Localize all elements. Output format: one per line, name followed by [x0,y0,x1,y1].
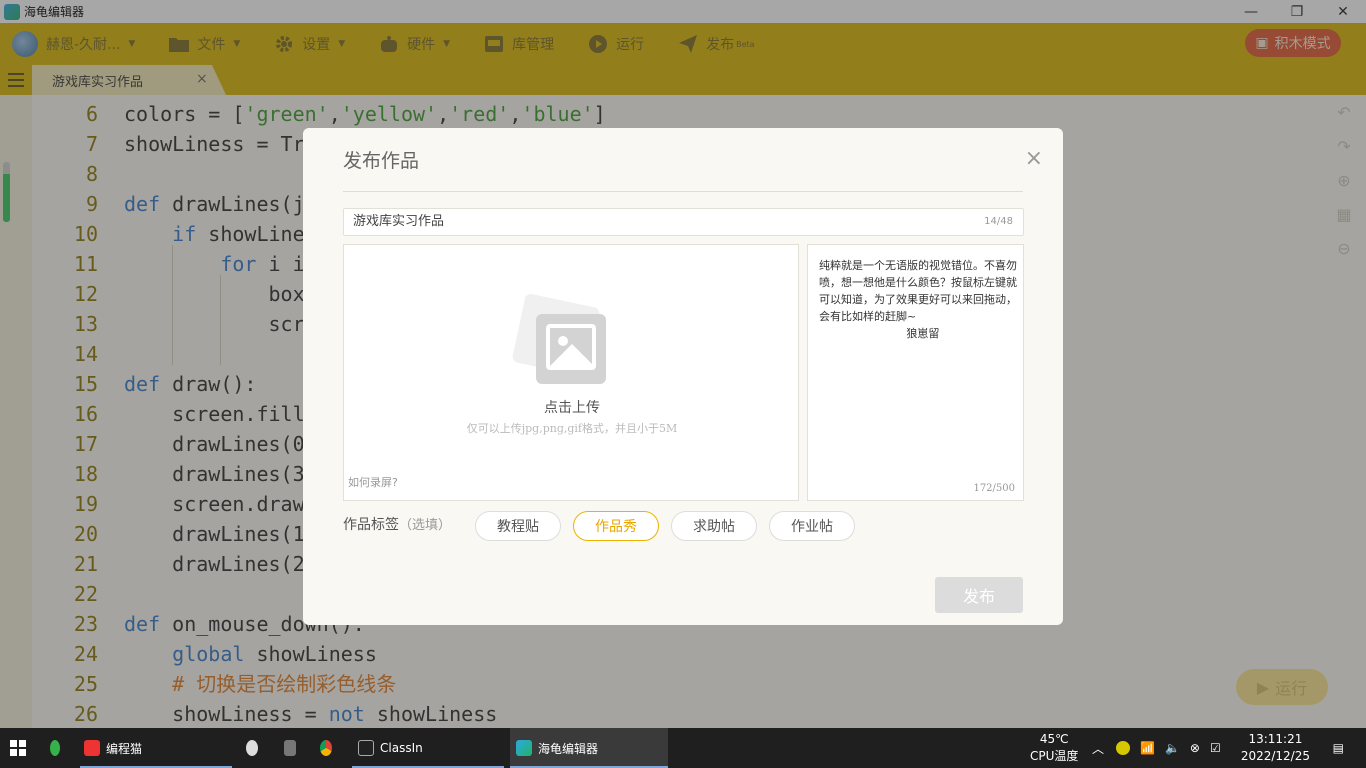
notifications-icon[interactable]: ▤ [1333,728,1344,768]
wifi-icon[interactable]: 📶 [1140,741,1155,755]
upload-label: 点击上传 [544,400,600,416]
upload-hint: 仅可以上传jpg,png,gif格式，并且小于5M [466,422,678,435]
dialog-divider [343,191,1023,192]
description-char-count: 172/500 [973,483,1015,494]
description-value: 纯粹就是一个无语版的视觉错位。不喜勿喷，想一想他是什么颜色？按鼠标左键就可以知道… [819,259,1017,340]
chevron-up-icon[interactable]: ︿ [1092,740,1104,757]
volume-icon[interactable]: 🔈 [1165,741,1180,755]
tag-tutorial[interactable]: 教程贴 [475,511,561,541]
taskbar: 编程猫 ClassIn 海龟编辑器 45℃ CPU温度 ︿ 📶 🔈 ⊗ ☑ 13… [0,728,1366,768]
title-char-count: 14/48 [984,216,1013,227]
dialog-title: 发布作品 [343,150,420,172]
network-off-icon[interactable]: ⊗ [1190,741,1200,755]
chat-app-icon[interactable] [50,728,66,768]
codemao-icon [84,740,100,756]
cover-upload-area[interactable]: 点击上传 仅可以上传jpg,png,gif格式，并且小于5M 如何录屏? [343,244,799,501]
tag-help[interactable]: 求助帖 [671,511,757,541]
taskbar-app-codemao[interactable]: 编程猫 [80,728,232,768]
publish-dialog: 发布作品 × 游戏库实习作品 14/48 点击上传 仅可以上传jpg,png,g… [303,128,1063,625]
chrome-icon[interactable] [320,728,338,768]
check-icon[interactable]: ☑ [1210,741,1221,755]
publish-button[interactable]: 发布 [935,577,1023,613]
taskbar-app-classin[interactable]: ClassIn [352,728,504,768]
tags-label: 作品标签（选填） [343,517,452,533]
close-dialog-icon[interactable]: × [1025,146,1043,171]
image-placeholder-icon [511,292,606,386]
work-title-input[interactable]: 游戏库实习作品 14/48 [343,208,1024,236]
clock[interactable]: 13:11:21 2022/12/25 [1241,731,1310,765]
how-to-record-link[interactable]: 如何录屏? [348,474,398,490]
tray-app-icon[interactable] [1116,741,1131,755]
turtle-editor-icon [516,740,532,756]
tag-showcase[interactable]: 作品秀 [573,511,659,541]
system-tray: ︿ 📶 🔈 ⊗ ☑ [1092,728,1221,768]
wechat-icon[interactable] [246,728,264,768]
cpu-temperature: 45℃ CPU温度 [1030,732,1079,763]
classin-icon [358,740,374,756]
tag-homework[interactable]: 作业帖 [769,511,855,541]
description-textarea[interactable]: 纯粹就是一个无语版的视觉错位。不喜勿喷，想一想他是什么颜色？按鼠标左键就可以知道… [807,244,1024,501]
work-title-value: 游戏库实习作品 [353,214,445,229]
windows-start-icon[interactable] [10,728,28,768]
terminal-icon[interactable] [284,728,302,768]
taskbar-app-turtle-editor[interactable]: 海龟编辑器 [510,728,668,768]
